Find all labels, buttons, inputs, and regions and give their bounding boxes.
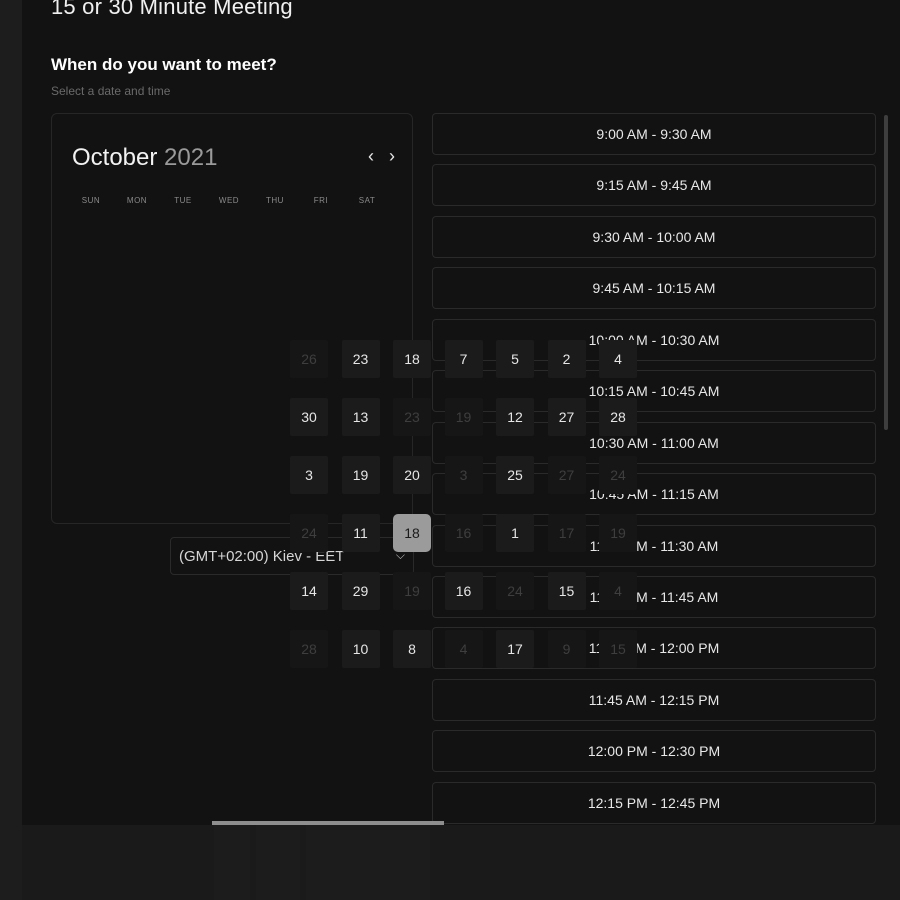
date-cell[interactable]: 4 <box>599 340 637 378</box>
date-cell[interactable]: 11 <box>341 514 380 552</box>
date-cell[interactable]: 24 <box>599 456 637 494</box>
date-cell-selected[interactable]: 18 <box>393 514 431 552</box>
date-cell[interactable]: 5 <box>496 340 534 378</box>
date-cell[interactable]: 30 <box>290 398 328 436</box>
date-cell[interactable]: 2 <box>547 340 586 378</box>
date-cell[interactable]: 1 <box>496 514 534 552</box>
weekday-wed: WED <box>218 196 240 205</box>
date-cell[interactable]: 23 <box>341 340 380 378</box>
date-cell[interactable]: 27 <box>547 456 586 494</box>
date-cell[interactable]: 19 <box>341 456 380 494</box>
month-year-label: October 2021 <box>72 144 217 172</box>
horizontal-scrollbar[interactable] <box>212 821 444 825</box>
weekday-sun: SUN <box>81 196 101 205</box>
footer-bar <box>22 825 900 900</box>
prev-month-button[interactable]: ‹ <box>362 146 380 167</box>
date-cell[interactable]: 18 <box>393 340 431 378</box>
date-cell[interactable]: 23 <box>393 398 431 436</box>
weekday-thu: THU <box>266 196 284 205</box>
date-cell[interactable]: 4 <box>444 630 483 668</box>
date-cell[interactable]: 26 <box>290 340 328 378</box>
date-cell[interactable]: 19 <box>393 572 431 610</box>
time-slot[interactable]: 12:00 PM - 12:30 PM <box>432 730 876 772</box>
date-cell[interactable]: 19 <box>444 398 483 436</box>
date-cell[interactable]: 19 <box>599 514 637 552</box>
section-hint: Select a date and time <box>51 84 171 98</box>
date-cell[interactable]: 15 <box>599 630 637 668</box>
date-cell[interactable]: 9 <box>547 630 586 668</box>
date-cell[interactable]: 17 <box>547 514 586 552</box>
date-cell[interactable]: 24 <box>496 572 534 610</box>
slot-list-scrollbar[interactable] <box>884 115 888 430</box>
date-cell[interactable]: 15 <box>547 572 586 610</box>
date-cell[interactable]: 8 <box>393 630 431 668</box>
date-cell[interactable]: 3 <box>444 456 483 494</box>
weekday-fri: FRI <box>313 196 329 205</box>
footer-cell <box>214 825 250 900</box>
date-cell[interactable]: 24 <box>290 514 328 552</box>
weekday-sat: SAT <box>358 196 376 205</box>
date-cell[interactable]: 16 <box>444 514 483 552</box>
time-slot[interactable]: 12:15 PM - 12:45 PM <box>432 782 876 824</box>
date-cell[interactable]: 16 <box>444 572 483 610</box>
section-heading: When do you want to meet? <box>51 55 277 74</box>
date-cell[interactable]: 7 <box>444 340 483 378</box>
year-label: 2021 <box>164 144 218 171</box>
time-slot[interactable]: 9:45 AM - 10:15 AM <box>432 267 876 309</box>
time-slot[interactable]: 9:30 AM - 10:00 AM <box>432 216 876 258</box>
date-cell[interactable]: 28 <box>599 398 637 436</box>
date-cell[interactable]: 3 <box>290 456 328 494</box>
weekday-tue: TUE <box>174 196 192 205</box>
date-cell[interactable]: 29 <box>341 572 380 610</box>
date-cell[interactable]: 12 <box>496 398 534 436</box>
next-month-button[interactable]: › <box>383 146 401 167</box>
time-slot[interactable]: 11:45 AM - 12:15 PM <box>432 679 876 721</box>
footer-cell <box>256 825 300 900</box>
month-label: October <box>72 144 158 171</box>
date-cell[interactable]: 27 <box>547 398 586 436</box>
date-cell[interactable]: 17 <box>496 630 534 668</box>
chevron-left-icon: ‹ <box>368 146 374 166</box>
date-cell[interactable]: 25 <box>496 456 534 494</box>
time-slot[interactable]: 9:15 AM - 9:45 AM <box>432 164 876 206</box>
weekday-header: SUN MON TUE WED THU FRI SAT <box>76 196 382 205</box>
date-cell[interactable]: 20 <box>393 456 431 494</box>
date-cell[interactable]: 14 <box>290 572 328 610</box>
date-cell[interactable]: 13 <box>341 398 380 436</box>
date-cell[interactable]: 10 <box>341 630 380 668</box>
time-slot[interactable]: 9:00 AM - 9:30 AM <box>432 113 876 155</box>
footer-cell <box>306 825 430 900</box>
date-cell[interactable]: 4 <box>599 572 637 610</box>
weekday-mon: MON <box>126 196 148 205</box>
chevron-right-icon: › <box>389 146 395 166</box>
page-title: 15 or 30 Minute Meeting <box>51 0 293 19</box>
date-cell[interactable]: 28 <box>290 630 328 668</box>
